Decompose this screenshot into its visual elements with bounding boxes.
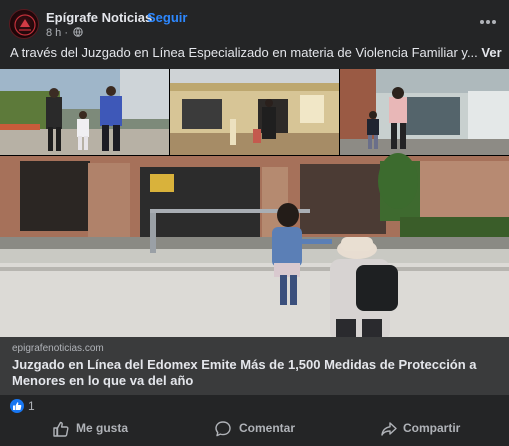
link-domain: epigrafenoticias.com bbox=[12, 343, 104, 354]
comment-button[interactable]: Comentar bbox=[214, 415, 304, 442]
facebook-post: Epígrafe Noticias · Seguir 8 h · A travé… bbox=[0, 0, 509, 446]
post-image-collage[interactable] bbox=[0, 69, 509, 337]
page-name[interactable]: Epígrafe Noticias bbox=[46, 10, 152, 25]
follow-button[interactable]: Seguir bbox=[147, 10, 187, 25]
post-meta: 8 h · bbox=[46, 27, 83, 40]
comment-label: Comentar bbox=[239, 421, 296, 435]
link-preview[interactable]: epigrafenoticias.com Juzgado en Línea de… bbox=[0, 337, 509, 395]
post-body: A través del Juzgado en Línea Especializ… bbox=[10, 45, 478, 60]
see-more-link[interactable]: Ver más bbox=[481, 45, 505, 60]
separator-dot: · bbox=[139, 10, 144, 25]
reaction-count: 1 bbox=[28, 399, 35, 413]
thumbs-up-icon bbox=[53, 421, 69, 437]
like-reaction-icon bbox=[10, 399, 24, 413]
like-button[interactable]: Me gusta bbox=[52, 415, 142, 442]
post-time[interactable]: 8 h · bbox=[46, 27, 68, 39]
globe-icon bbox=[73, 27, 83, 40]
comment-icon bbox=[215, 421, 231, 437]
post-text: A través del Juzgado en Línea Especializ… bbox=[10, 45, 505, 60]
share-label: Compartir bbox=[403, 421, 461, 435]
photo-adult-and-child bbox=[0, 153, 509, 337]
photo-court-entrance bbox=[170, 69, 339, 155]
photo-street-walk bbox=[0, 69, 169, 155]
like-label: Me gusta bbox=[76, 421, 129, 435]
link-title[interactable]: Juzgado en Línea del Edomex Emite Más de… bbox=[12, 357, 502, 389]
post-actions: Me gusta Comentar Compartir bbox=[0, 415, 509, 442]
share-icon bbox=[381, 422, 397, 436]
photo-back-view bbox=[340, 69, 509, 155]
post-header: Epígrafe Noticias · Seguir 8 h · bbox=[0, 0, 509, 42]
more-options-icon[interactable] bbox=[476, 12, 500, 32]
page-avatar[interactable] bbox=[9, 9, 39, 39]
share-button[interactable]: Compartir bbox=[380, 415, 480, 442]
